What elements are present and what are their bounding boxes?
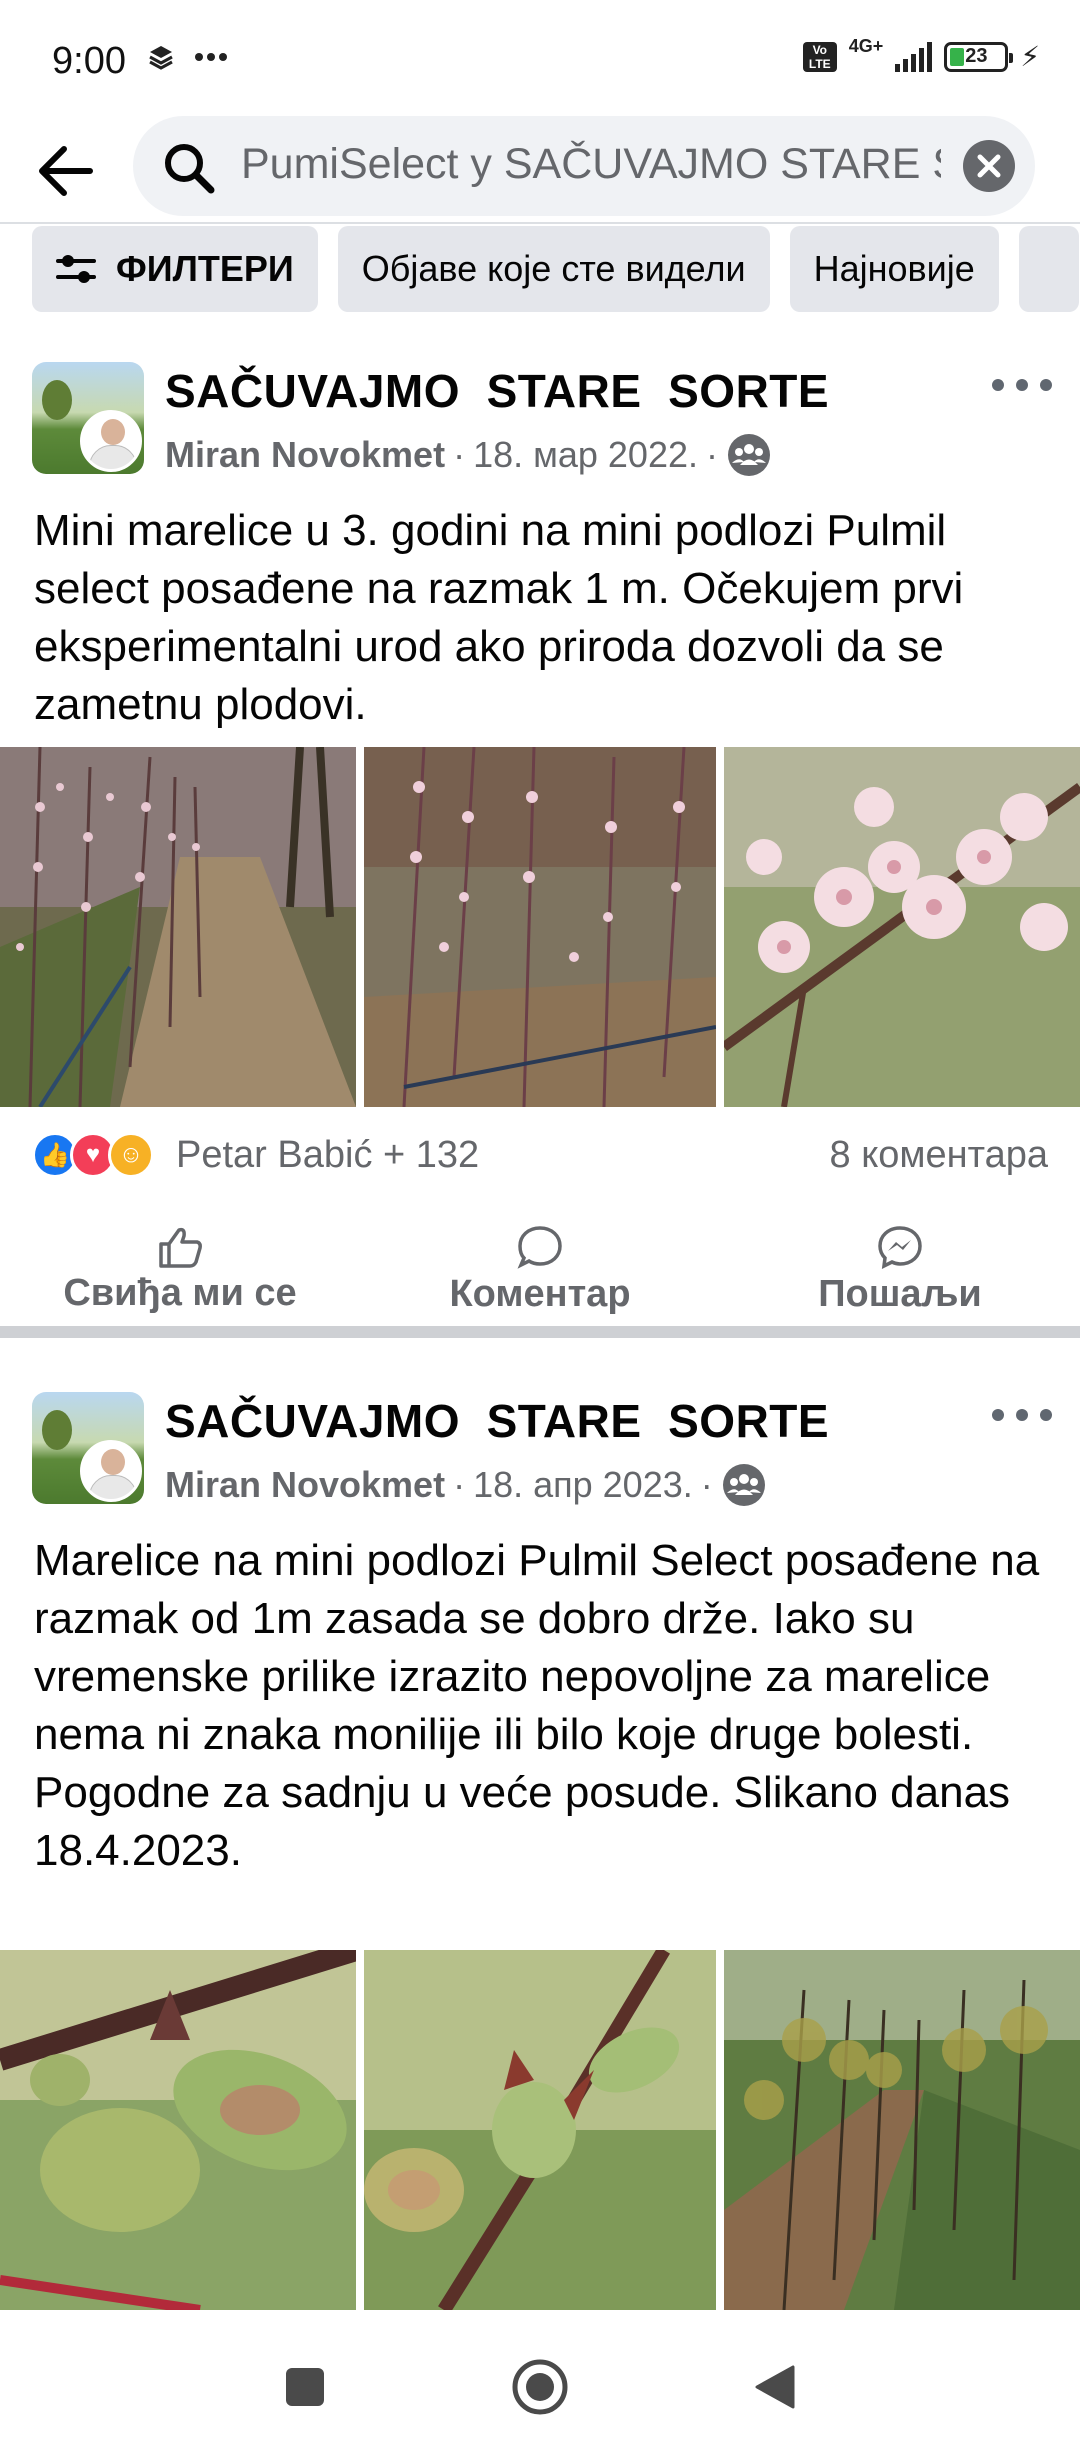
system-nav-bar bbox=[0, 2310, 1080, 2460]
recent-chip[interactable]: Најновије bbox=[789, 226, 999, 312]
signal-icon bbox=[895, 41, 933, 72]
author-avatar bbox=[80, 1440, 142, 1502]
apricot-fruitlet-photo[interactable] bbox=[364, 1950, 716, 2310]
square-icon bbox=[286, 2368, 324, 2406]
recent-apps-button[interactable] bbox=[270, 2352, 340, 2422]
young-apricots-closeup-photo[interactable] bbox=[0, 1950, 356, 2310]
search-icon bbox=[165, 144, 215, 194]
group-avatar[interactable] bbox=[32, 362, 144, 474]
post-separator bbox=[0, 1326, 1080, 1338]
filters-chip-label: ФИЛТЕРИ bbox=[116, 248, 294, 289]
sliders-icon bbox=[56, 255, 96, 283]
home-button[interactable] bbox=[505, 2352, 575, 2422]
search-query[interactable]: PumiSelect у SAČUVAJMO STARE SORTE bbox=[241, 140, 941, 189]
home-circle-icon bbox=[512, 2359, 568, 2415]
messenger-icon bbox=[878, 1225, 922, 1269]
notification-icons bbox=[148, 44, 228, 70]
thumbs-up-icon bbox=[159, 1227, 202, 1268]
group-audience-icon bbox=[728, 434, 770, 476]
back-nav-button[interactable] bbox=[740, 2352, 810, 2422]
post-options-button[interactable] bbox=[992, 1400, 1052, 1430]
post-photos bbox=[0, 747, 1080, 1107]
comment-count[interactable]: 8 коментара bbox=[830, 1134, 1049, 1177]
status-bar: 9:00 Vo LTE 4G+ 23 ⚡ bbox=[0, 0, 1080, 120]
search-header: PumiSelect у SAČUVAJMO STARE SORTE bbox=[0, 112, 1080, 222]
author-name[interactable]: Miran Novokmet bbox=[165, 434, 445, 476]
blossoming-branches-photo[interactable] bbox=[364, 747, 716, 1107]
post-meta: Miran Novokmet · 18. апр 2023. · bbox=[165, 1462, 767, 1508]
charging-icon: ⚡ bbox=[1020, 41, 1040, 72]
group-audience-icon bbox=[722, 1464, 765, 1506]
group-name[interactable]: SAČUVAJMO STARE SORTE bbox=[165, 1394, 829, 1448]
network-type: 4G+ bbox=[848, 36, 884, 56]
recent-chip-label: Најновије bbox=[813, 248, 975, 289]
author-avatar bbox=[80, 410, 142, 472]
orchard-rows-photo[interactable] bbox=[724, 1950, 1080, 2310]
search-field[interactable]: PumiSelect у SAČUVAJMO STARE SORTE bbox=[133, 116, 1035, 216]
close-icon bbox=[977, 154, 1001, 178]
author-name[interactable]: Miran Novokmet bbox=[165, 1464, 445, 1506]
send-button[interactable]: Пошаљи bbox=[720, 1210, 1080, 1330]
back-arrow-icon bbox=[39, 146, 93, 196]
post-text: Marelice na mini podlozi Pulmil Select p… bbox=[34, 1536, 1040, 1875]
stack-icon bbox=[149, 46, 173, 70]
reactions-row: 👍 ♥ ☺ Petar Babić + 132 8 коментара bbox=[0, 1120, 1080, 1190]
battery-icon: 23 bbox=[944, 41, 1014, 72]
reaction-icons[interactable]: 👍 ♥ ☺ bbox=[32, 1132, 154, 1178]
post-text: Mini marelice u 3. godini na mini podloz… bbox=[34, 506, 964, 729]
post-date[interactable]: 18. апр 2023. bbox=[473, 1464, 693, 1506]
care-reaction-icon: ☺ bbox=[108, 1132, 154, 1178]
volte-icon: Vo LTE bbox=[802, 41, 837, 72]
filters-chip[interactable]: ФИЛТЕРИ bbox=[32, 226, 318, 312]
group-avatar[interactable] bbox=[32, 1392, 144, 1504]
post-date[interactable]: 18. мар 2022. bbox=[473, 434, 698, 476]
clear-search-button[interactable] bbox=[963, 140, 1015, 192]
comment-label: Коментар bbox=[449, 1272, 631, 1315]
header-divider bbox=[0, 222, 1080, 224]
comment-button[interactable]: Коментар bbox=[360, 1210, 720, 1330]
filter-chips: ФИЛТЕРИ Објаве које сте видели Најновије bbox=[32, 226, 1079, 312]
post-photos bbox=[0, 1950, 1080, 2310]
send-label: Пошаљи bbox=[818, 1272, 982, 1315]
battery-level: 23 bbox=[965, 45, 988, 67]
post-actions: Свиђа ми се Коментар Пошаљи bbox=[0, 1210, 1080, 1330]
group-name[interactable]: SAČUVAJMO STARE SORTE bbox=[165, 364, 829, 418]
seen-posts-chip-label: Објаве које сте видели bbox=[361, 248, 746, 289]
seen-posts-chip[interactable]: Објаве које сте видели bbox=[337, 226, 770, 312]
post-meta: Miran Novokmet · 18. мар 2022. · bbox=[165, 432, 772, 478]
like-label: Свиђа ми се bbox=[63, 1271, 297, 1314]
more-notifications-icon bbox=[195, 53, 227, 61]
reactions-summary[interactable]: Petar Babić + 132 bbox=[176, 1134, 479, 1177]
comment-bubble-icon bbox=[517, 1225, 562, 1269]
apricot-flowers-closeup-photo[interactable] bbox=[724, 747, 1080, 1107]
orchard-blossom-row-photo[interactable] bbox=[0, 747, 356, 1107]
more-filters-chip[interactable] bbox=[1018, 226, 1079, 312]
like-button[interactable]: Свиђа ми се bbox=[0, 1210, 360, 1330]
post-options-button[interactable] bbox=[992, 370, 1052, 400]
clock: 9:00 bbox=[52, 40, 126, 82]
back-button[interactable] bbox=[30, 136, 100, 206]
back-triangle-icon bbox=[755, 2365, 795, 2409]
